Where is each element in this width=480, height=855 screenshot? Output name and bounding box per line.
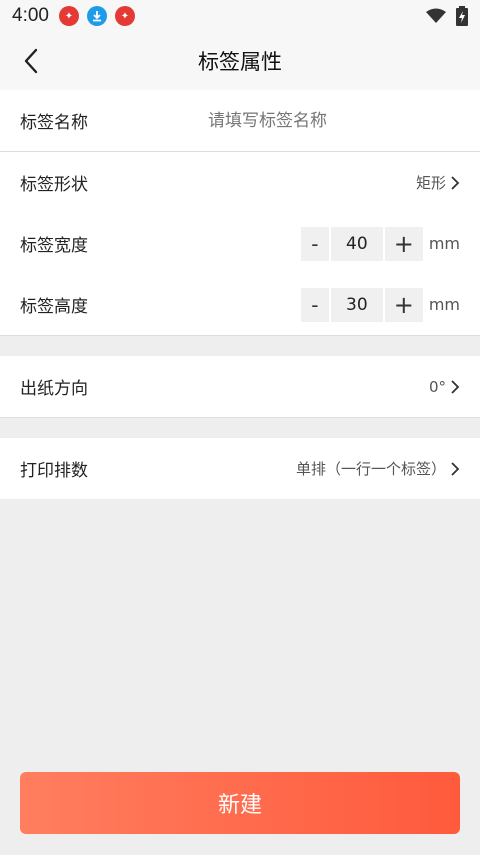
width-unit: mm xyxy=(428,234,460,253)
label-width-row: 标签宽度 - 40 + mm xyxy=(0,213,480,274)
print-rows-selector[interactable]: 单排（一行一个标签） xyxy=(296,458,460,479)
height-unit: mm xyxy=(428,295,460,314)
print-rows-section: 打印排数 单排（一行一个标签） xyxy=(0,438,480,499)
print-rows-row[interactable]: 打印排数 单排（一行一个标签） xyxy=(0,438,480,499)
print-rows-label: 打印排数 xyxy=(20,461,88,481)
paper-direction-row[interactable]: 出纸方向 0° xyxy=(0,356,480,417)
battery-icon xyxy=(456,6,468,26)
page-title: 标签属性 xyxy=(198,50,282,74)
chevron-right-icon xyxy=(450,175,460,191)
label-name-input[interactable] xyxy=(208,110,428,131)
wifi-icon xyxy=(426,8,446,23)
chevron-right-icon xyxy=(450,461,460,477)
print-rows-value: 单排（一行一个标签） xyxy=(295,460,446,478)
app-badge-icon: ✦ xyxy=(114,6,135,26)
label-name-row: 标签名称 xyxy=(0,90,480,151)
app-badge-icon: ✦ xyxy=(58,6,79,26)
width-decrement-button[interactable]: - xyxy=(300,226,329,261)
label-shape-row[interactable]: 标签形状 矩形 xyxy=(0,152,480,213)
height-increment-button[interactable]: + xyxy=(384,287,423,322)
size-section: 标签形状 矩形 标签宽度 - 40 + mm 标签高度 - 30 + mm xyxy=(0,152,480,335)
label-height-control: - 30 + mm xyxy=(300,287,460,322)
label-height-label: 标签高度 xyxy=(20,297,88,317)
chevron-right-icon xyxy=(450,379,460,395)
label-width-control: - 40 + mm xyxy=(300,226,460,261)
height-stepper: - 30 + xyxy=(300,287,423,322)
paper-direction-selector[interactable]: 0° xyxy=(429,378,460,396)
status-bar: 4:00 ✦ ✦ xyxy=(0,0,480,32)
create-button[interactable]: 新建 xyxy=(20,772,460,834)
nav-bar: 标签属性 xyxy=(0,32,480,90)
back-button[interactable] xyxy=(14,44,48,78)
label-name-label: 标签名称 xyxy=(20,113,88,133)
name-section: 标签名称 xyxy=(0,90,480,151)
status-indicators xyxy=(426,6,468,26)
section-gap xyxy=(0,336,480,356)
label-shape-selector[interactable]: 矩形 xyxy=(416,172,460,193)
width-stepper: - 40 + xyxy=(300,226,423,261)
label-shape-label: 标签形状 xyxy=(20,175,88,195)
height-decrement-button[interactable]: - xyxy=(300,287,329,322)
direction-section: 出纸方向 0° xyxy=(0,356,480,417)
section-gap xyxy=(0,418,480,438)
paper-direction-value: 0° xyxy=(428,377,446,396)
download-icon xyxy=(86,6,107,26)
label-height-row: 标签高度 - 30 + mm xyxy=(0,274,480,335)
label-shape-value: 矩形 xyxy=(415,174,446,192)
back-arrow-icon xyxy=(24,48,38,74)
width-value[interactable]: 40 xyxy=(330,226,383,261)
paper-direction-label: 出纸方向 xyxy=(20,379,88,399)
height-value[interactable]: 30 xyxy=(330,287,383,322)
label-width-label: 标签宽度 xyxy=(20,236,88,256)
status-time: 4:00 xyxy=(12,5,49,26)
width-increment-button[interactable]: + xyxy=(384,226,423,261)
